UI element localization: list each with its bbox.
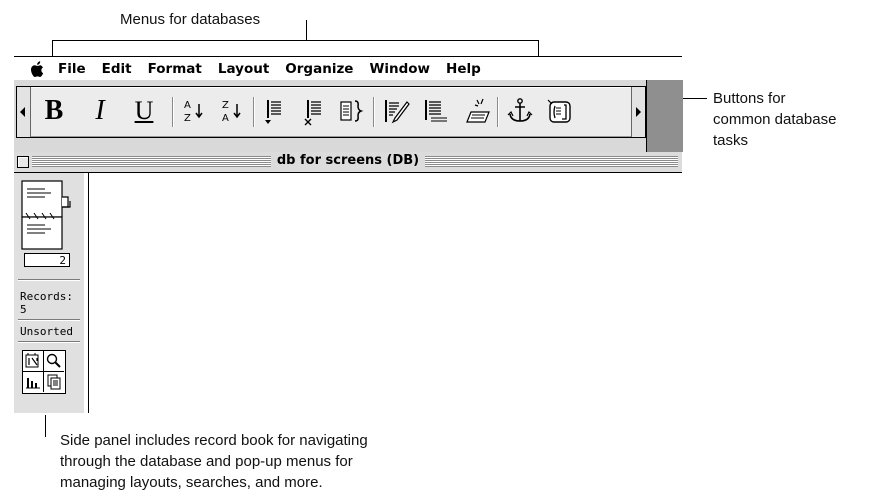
italic-icon: I bbox=[95, 95, 105, 126]
italic-button[interactable]: I bbox=[83, 93, 117, 129]
side-panel-edge bbox=[84, 173, 89, 413]
callout-menus-bracket-left bbox=[52, 40, 53, 56]
triangle-right-icon bbox=[636, 107, 641, 117]
sort-descending-button[interactable]: Z A bbox=[215, 93, 249, 129]
callout-menus-bracket-right bbox=[538, 40, 539, 56]
menu-layout[interactable]: Layout bbox=[218, 61, 269, 77]
list-view-button[interactable] bbox=[419, 93, 453, 129]
anchor-button[interactable] bbox=[503, 93, 537, 129]
edit-layout-button[interactable] bbox=[379, 93, 413, 129]
side-panel-divider bbox=[18, 341, 80, 343]
open-document-button[interactable] bbox=[543, 93, 577, 129]
keyboard-entry-icon bbox=[466, 98, 490, 123]
callout-menus-line bbox=[306, 20, 307, 40]
toolbar-separator bbox=[253, 97, 255, 127]
toolbar-separator bbox=[497, 97, 499, 127]
bold-icon: B bbox=[44, 95, 64, 126]
document-icon bbox=[47, 374, 61, 390]
delete-record-icon bbox=[304, 100, 321, 126]
apple-menu-icon[interactable] bbox=[28, 60, 46, 78]
menu-format[interactable]: Format bbox=[148, 61, 202, 77]
list-view-icon bbox=[425, 100, 447, 122]
menu-help[interactable]: Help bbox=[446, 61, 481, 77]
callout-side-panel: Side panel includes record book for navi… bbox=[60, 432, 368, 491]
insert-record-icon bbox=[265, 100, 281, 124]
record-brackets-button[interactable] bbox=[335, 93, 369, 129]
toolbar-separator bbox=[373, 97, 375, 127]
tool-popup-grid bbox=[22, 350, 66, 394]
svg-text:A: A bbox=[222, 113, 229, 124]
scroll-right-button[interactable] bbox=[631, 87, 645, 137]
sort-descending-icon: Z A bbox=[222, 100, 241, 124]
keyboard-entry-button[interactable] bbox=[459, 93, 493, 129]
underline-button[interactable]: U bbox=[127, 93, 161, 129]
sort-ascending-icon: A Z bbox=[184, 100, 203, 124]
callout-menus-bracket bbox=[52, 40, 539, 41]
menu-organize[interactable]: Organize bbox=[285, 61, 353, 77]
svg-text:A: A bbox=[184, 100, 191, 111]
document-menu-button[interactable] bbox=[44, 372, 64, 392]
search-menu-button[interactable] bbox=[44, 351, 64, 372]
menu-bar: File Edit Format Layout Organize Window … bbox=[14, 56, 682, 81]
edit-layout-icon bbox=[385, 100, 410, 124]
insert-record-button[interactable] bbox=[257, 93, 291, 129]
side-panel-divider bbox=[18, 319, 80, 321]
database-window: 2 Records: 5 Unsorted bbox=[14, 173, 682, 413]
sort-ascending-button[interactable]: A Z bbox=[177, 93, 211, 129]
open-document-icon bbox=[547, 99, 571, 123]
callout-side-panel-line bbox=[45, 415, 46, 437]
anchor-icon bbox=[507, 98, 533, 122]
toolbar-separator bbox=[172, 97, 174, 127]
callout-buttons: Buttons for common database tasks bbox=[713, 90, 837, 149]
bold-button[interactable]: B bbox=[37, 93, 71, 129]
menu-file[interactable]: File bbox=[58, 61, 86, 77]
button-bar-area: B I U A Z Z A bbox=[14, 80, 683, 153]
layout-icon bbox=[25, 353, 39, 368]
report-menu-button[interactable] bbox=[23, 372, 44, 392]
button-bar: B I U A Z Z A bbox=[16, 86, 646, 138]
side-panel-divider bbox=[18, 279, 80, 281]
window-title-bar[interactable]: db for screens (DB) bbox=[14, 152, 682, 173]
records-count: 5 bbox=[20, 303, 27, 316]
underline-icon: U bbox=[134, 96, 154, 125]
search-icon bbox=[46, 353, 61, 368]
triangle-left-icon bbox=[20, 107, 25, 117]
button-bar-backdrop bbox=[646, 80, 683, 152]
menu-edit[interactable]: Edit bbox=[102, 61, 132, 77]
delete-record-button[interactable] bbox=[297, 93, 331, 129]
side-panel: 2 Records: 5 Unsorted bbox=[14, 173, 85, 413]
scroll-left-button[interactable] bbox=[17, 87, 31, 137]
record-brackets-icon bbox=[340, 100, 364, 122]
menu-window[interactable]: Window bbox=[369, 61, 430, 77]
svg-text:Z: Z bbox=[222, 100, 229, 111]
svg-text:Z: Z bbox=[184, 113, 191, 124]
callout-menus: Menus for databases bbox=[120, 11, 261, 28]
records-label: Records: bbox=[20, 290, 73, 303]
report-icon bbox=[26, 378, 40, 389]
layout-menu-button[interactable] bbox=[23, 351, 44, 372]
sort-status: Unsorted bbox=[20, 325, 73, 338]
record-number-field[interactable]: 2 bbox=[24, 253, 70, 267]
window-title: db for screens (DB) bbox=[14, 153, 682, 168]
